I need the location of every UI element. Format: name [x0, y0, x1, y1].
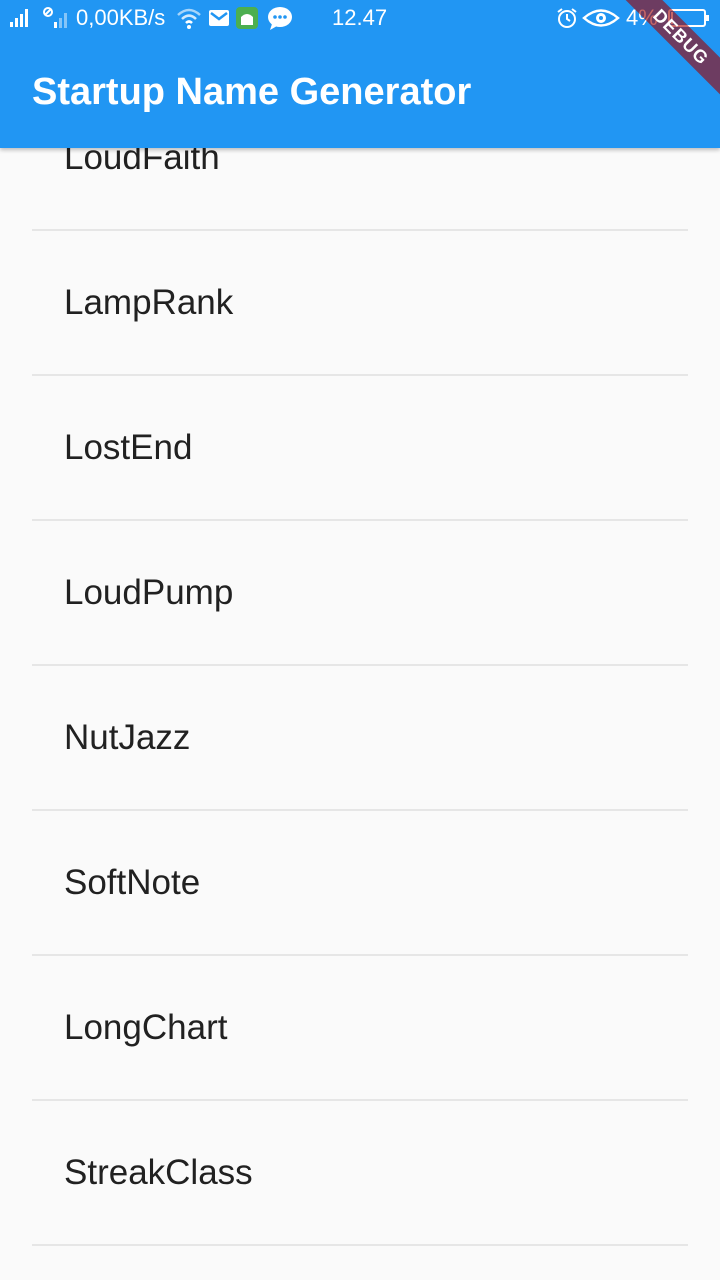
list-item-label: LongChart	[64, 1008, 228, 1047]
list-item[interactable]: SoftNote	[32, 811, 688, 956]
network-speed: 0,00KB/s	[76, 5, 166, 30]
gmail-icon	[208, 0, 230, 36]
clock-time: 12.47	[332, 5, 388, 30]
alarm-icon	[556, 0, 578, 36]
wifi-icon	[176, 0, 202, 36]
list-item-label: LampRank	[64, 283, 234, 322]
list-item-label: NutJazz	[64, 718, 191, 757]
app-screen: 0,00KB/s 12.47 4% Startup Name Generator…	[0, 0, 720, 1280]
list-item[interactable]: LampRank	[32, 231, 688, 376]
eye-icon	[582, 0, 620, 36]
list-item[interactable]: LoudPump	[32, 521, 688, 666]
battery-icon	[668, 0, 710, 36]
signal-icon-sim2	[42, 0, 70, 36]
startup-name-list[interactable]: LoudFaith LampRank LostEnd LoudPump NutJ…	[0, 86, 720, 1246]
chat-icon	[266, 0, 294, 36]
page-title: Startup Name Generator	[32, 71, 472, 113]
list-item-label: SoftNote	[64, 863, 201, 902]
signal-icon	[10, 0, 28, 36]
android-icon	[236, 0, 258, 36]
list-item-label: LoudPump	[64, 573, 234, 612]
list-item[interactable]: StreakClass	[32, 1101, 688, 1246]
list-item-label: LostEnd	[64, 428, 193, 467]
battery-percent: 4%	[626, 5, 658, 30]
list-item-label: StreakClass	[64, 1153, 253, 1192]
app-bar: Startup Name Generator	[0, 36, 720, 148]
list-item[interactable]: NutJazz	[32, 666, 688, 811]
list-item[interactable]: LongChart	[32, 956, 688, 1101]
list-item[interactable]: LostEnd	[32, 376, 688, 521]
status-bar: 0,00KB/s 12.47 4%	[0, 0, 720, 36]
